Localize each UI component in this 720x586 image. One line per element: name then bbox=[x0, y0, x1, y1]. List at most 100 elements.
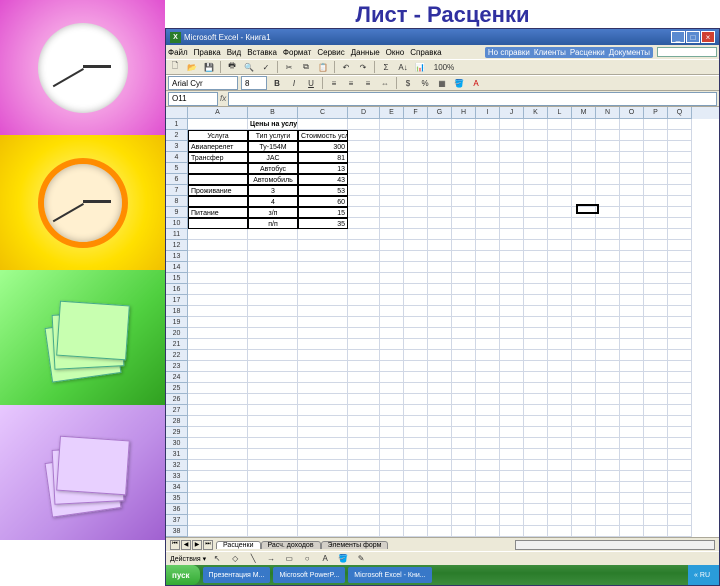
cell[interactable] bbox=[452, 383, 476, 394]
row-header[interactable]: 10 bbox=[166, 218, 187, 229]
cell[interactable] bbox=[348, 383, 380, 394]
cell[interactable] bbox=[476, 350, 500, 361]
cell[interactable] bbox=[348, 163, 380, 174]
cell[interactable] bbox=[428, 460, 452, 471]
sheet-tab[interactable]: Расч. доходов bbox=[261, 541, 321, 549]
cell[interactable] bbox=[620, 405, 644, 416]
cell[interactable] bbox=[298, 482, 348, 493]
menu-Сервис[interactable]: Сервис bbox=[317, 48, 344, 57]
cell[interactable] bbox=[428, 163, 452, 174]
cell[interactable] bbox=[524, 284, 548, 295]
cell[interactable] bbox=[188, 361, 248, 372]
cell[interactable] bbox=[572, 394, 596, 405]
cell[interactable] bbox=[428, 262, 452, 273]
cell[interactable] bbox=[452, 174, 476, 185]
cell[interactable] bbox=[404, 273, 428, 284]
col-header[interactable]: D bbox=[348, 107, 380, 119]
copy-icon[interactable]: ⧉ bbox=[299, 60, 313, 74]
cell[interactable] bbox=[572, 251, 596, 262]
cell[interactable] bbox=[572, 405, 596, 416]
row-header[interactable]: 8 bbox=[166, 196, 187, 207]
row-header[interactable]: 25 bbox=[166, 383, 187, 394]
cell[interactable] bbox=[596, 262, 620, 273]
spell-icon[interactable]: ✓ bbox=[259, 60, 273, 74]
cell[interactable] bbox=[248, 515, 298, 526]
cell[interactable] bbox=[476, 372, 500, 383]
cell[interactable]: JAC bbox=[248, 152, 298, 163]
cell[interactable] bbox=[620, 515, 644, 526]
cell[interactable] bbox=[476, 295, 500, 306]
cell[interactable] bbox=[348, 493, 380, 504]
cell[interactable] bbox=[248, 526, 298, 537]
cell[interactable] bbox=[668, 339, 692, 350]
cell[interactable] bbox=[644, 339, 668, 350]
underline-button[interactable]: U bbox=[304, 76, 318, 90]
cell[interactable] bbox=[524, 449, 548, 460]
cell[interactable] bbox=[298, 372, 348, 383]
cell[interactable] bbox=[476, 284, 500, 295]
menu-Формат[interactable]: Формат bbox=[283, 48, 311, 57]
cell[interactable] bbox=[404, 394, 428, 405]
cell[interactable]: 53 bbox=[298, 185, 348, 196]
cell[interactable] bbox=[548, 152, 572, 163]
cell[interactable] bbox=[248, 317, 298, 328]
cell[interactable] bbox=[500, 251, 524, 262]
cell[interactable] bbox=[404, 262, 428, 273]
row-header[interactable]: 29 bbox=[166, 427, 187, 438]
cell[interactable] bbox=[188, 284, 248, 295]
cell[interactable] bbox=[248, 383, 298, 394]
cell[interactable] bbox=[620, 196, 644, 207]
cell[interactable] bbox=[596, 185, 620, 196]
menu-Файл[interactable]: Файл bbox=[168, 48, 188, 57]
cell[interactable] bbox=[298, 339, 348, 350]
row-header[interactable]: 20 bbox=[166, 328, 187, 339]
cell[interactable] bbox=[298, 317, 348, 328]
cell[interactable] bbox=[248, 427, 298, 438]
arrow-icon[interactable]: → bbox=[264, 552, 278, 566]
cell[interactable] bbox=[620, 482, 644, 493]
cell[interactable]: 43 bbox=[298, 174, 348, 185]
cell[interactable] bbox=[500, 229, 524, 240]
cell[interactable] bbox=[668, 449, 692, 460]
cell[interactable] bbox=[380, 284, 404, 295]
cell[interactable] bbox=[452, 152, 476, 163]
cell[interactable]: Проживание bbox=[188, 185, 248, 196]
cell[interactable] bbox=[596, 163, 620, 174]
cell[interactable] bbox=[524, 526, 548, 537]
cell[interactable] bbox=[404, 526, 428, 537]
col-header[interactable]: Q bbox=[668, 107, 692, 119]
minimize-button[interactable]: _ bbox=[671, 31, 685, 43]
cell[interactable] bbox=[500, 460, 524, 471]
cell[interactable] bbox=[380, 438, 404, 449]
cell[interactable] bbox=[548, 218, 572, 229]
cell[interactable] bbox=[596, 427, 620, 438]
cell[interactable] bbox=[668, 130, 692, 141]
cell[interactable] bbox=[596, 438, 620, 449]
cell[interactable] bbox=[452, 482, 476, 493]
cell[interactable] bbox=[298, 427, 348, 438]
cell[interactable] bbox=[524, 361, 548, 372]
menu-Правка[interactable]: Правка bbox=[194, 48, 221, 57]
cell[interactable] bbox=[380, 482, 404, 493]
cell[interactable] bbox=[298, 262, 348, 273]
cell[interactable] bbox=[620, 449, 644, 460]
cell[interactable] bbox=[428, 339, 452, 350]
cell[interactable] bbox=[500, 163, 524, 174]
horizontal-scrollbar[interactable] bbox=[515, 540, 715, 550]
cell[interactable] bbox=[596, 504, 620, 515]
cell[interactable] bbox=[548, 460, 572, 471]
cell[interactable] bbox=[428, 383, 452, 394]
cell[interactable] bbox=[452, 119, 476, 130]
border-button[interactable]: ▦ bbox=[435, 76, 449, 90]
cell[interactable] bbox=[404, 438, 428, 449]
cell[interactable] bbox=[524, 383, 548, 394]
cell[interactable] bbox=[476, 427, 500, 438]
cell[interactable] bbox=[548, 471, 572, 482]
cell[interactable] bbox=[298, 284, 348, 295]
cell[interactable]: 60 bbox=[298, 196, 348, 207]
cell[interactable] bbox=[380, 427, 404, 438]
cell[interactable] bbox=[548, 372, 572, 383]
cell[interactable] bbox=[524, 460, 548, 471]
row-header[interactable]: 7 bbox=[166, 185, 187, 196]
cell[interactable] bbox=[452, 306, 476, 317]
